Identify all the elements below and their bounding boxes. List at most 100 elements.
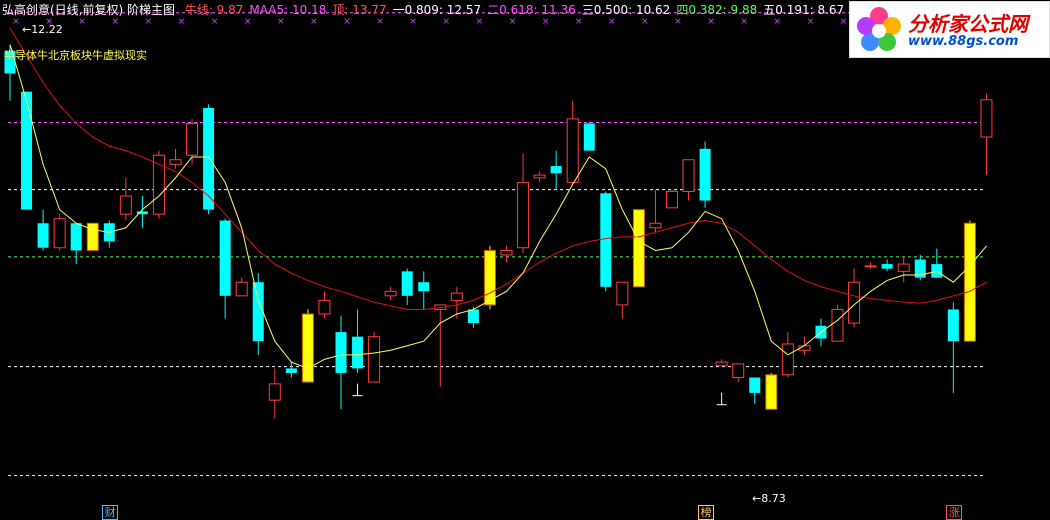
star-marker: × [509, 17, 517, 27]
candle-body-18 [301, 313, 314, 383]
candle-body-13 [219, 220, 231, 296]
candle-body-43 [715, 361, 728, 367]
candle-body-46 [765, 374, 778, 410]
star-marker: × [608, 17, 616, 27]
flower-logo-icon [857, 7, 901, 51]
candle-body-44 [732, 363, 745, 378]
candle-body-54 [897, 263, 910, 272]
star-marker: × [443, 17, 451, 27]
candle-body-57 [947, 309, 959, 342]
candle-body-35 [583, 123, 595, 151]
indicator-7: 五0.191: 8.67 [763, 3, 845, 17]
star-marker: × [343, 17, 351, 27]
star-marker: × [575, 17, 583, 27]
candle-body-59 [980, 99, 993, 138]
low-price-value: 8.73 [761, 492, 786, 505]
candle-body-31 [517, 181, 530, 249]
candle-body-5 [86, 222, 99, 251]
star-marker: × [476, 17, 484, 27]
star-marker: × [145, 17, 153, 27]
high-price-value: 12.22 [31, 23, 63, 36]
candle-body-1 [21, 91, 33, 210]
indicator-2: 顶: 13.77 [332, 3, 387, 17]
candle-body-53 [881, 264, 893, 269]
candle-body-4 [70, 223, 82, 251]
indicator-values: 牛线: 9.87 MAA5: 10.18 顶: 13.77 一0.809: 12.57… [185, 3, 903, 17]
candle-body-52 [864, 265, 877, 268]
star-marker: × [409, 17, 417, 27]
candle-body-11 [186, 122, 199, 156]
low-price-label: ←8.73 [752, 492, 786, 505]
candle-body-39 [649, 222, 662, 229]
candle-body-3 [53, 218, 66, 249]
candle-body-17 [285, 368, 297, 373]
candle-body-23 [384, 290, 397, 297]
candlestick-chart: ×××××××××××××××××××××××××××××× [4, 12, 993, 476]
star-marker: × [774, 17, 782, 27]
chart-title: 弘高创意(日线,前复权) 阶梯主图 [2, 3, 175, 17]
star-marker: × [376, 17, 384, 27]
star-marker: × [542, 17, 550, 27]
candle-body-19 [318, 299, 331, 315]
candle-body-24 [401, 271, 413, 296]
candle-body-15 [252, 282, 264, 342]
star-marker: × [707, 17, 715, 27]
star-marker: × [112, 17, 120, 27]
candle-body-25 [418, 282, 430, 292]
star-marker: × [211, 17, 219, 27]
candle-body-45 [749, 377, 761, 393]
candle-body-58 [963, 222, 976, 342]
candle-body-50 [831, 308, 844, 342]
candle-body-32 [533, 174, 546, 179]
star-marker: × [807, 17, 815, 27]
star-marker: × [78, 17, 86, 27]
star-marker: × [310, 17, 318, 27]
candle-body-29 [483, 249, 496, 306]
candle-body-2 [37, 223, 49, 248]
candle-body-37 [616, 281, 629, 306]
chart-header: 弘高创意(日线,前复权) 阶梯主图 牛线: 9.87 MAA5: 10.18 顶: … [2, 2, 909, 18]
event-marker-2[interactable]: 涨 [946, 505, 963, 520]
candle-body-28 [467, 309, 479, 324]
star-marker: × [277, 17, 285, 27]
candle-body-41 [682, 159, 695, 192]
logo-name: 分析家公式网 [908, 12, 1028, 36]
candle-body-10 [169, 159, 182, 165]
event-marker-0[interactable]: 财 [102, 505, 119, 520]
candle-body-51 [848, 281, 861, 324]
candle-body-12 [203, 108, 215, 210]
star-marker: × [12, 17, 20, 27]
candle-body-30 [500, 249, 513, 256]
star-marker: × [244, 17, 252, 27]
sector-caption: 半导体牛北京板块牛虚拟现实 [4, 49, 147, 62]
star-marker: × [840, 17, 848, 27]
indicator-0: 牛线: 9.87 [184, 3, 244, 17]
star-marker: × [674, 17, 682, 27]
candle-body-22 [368, 336, 381, 383]
candle-body-36 [600, 193, 612, 287]
indicator-6: 四0.382: 9.88 [676, 3, 758, 17]
star-marker: × [178, 17, 186, 27]
candle-body-47 [781, 343, 794, 376]
star-marker: × [641, 17, 649, 27]
indicator-1: MAA5: 10.18 [249, 3, 327, 17]
candle-body-7 [119, 195, 132, 215]
candle-body-20 [335, 332, 347, 373]
candle-body-42 [699, 148, 711, 201]
high-price-label: ←12.22 [22, 23, 63, 36]
logo-url[interactable]: www.88gs.com [908, 34, 1018, 49]
star-marker: × [740, 17, 748, 27]
candle-body-34 [566, 118, 579, 183]
indicator-3: 一0.809: 12.57 [392, 3, 482, 17]
candle-body-40 [666, 190, 678, 209]
indicator-4: 二0.618: 11.36 [487, 3, 576, 17]
candle-body-38 [632, 209, 645, 288]
candle-body-14 [235, 281, 248, 297]
candle-body-33 [550, 166, 562, 174]
candle-body-21 [352, 336, 364, 369]
event-marker-1[interactable]: 榜 [698, 505, 715, 520]
candle-body-27 [450, 292, 463, 301]
site-logo[interactable]: 分析家公式网 www.88gs.com [849, 1, 1050, 58]
candle-body-16 [268, 383, 281, 401]
indicator-5: 三0.500: 10.62 [581, 3, 671, 17]
